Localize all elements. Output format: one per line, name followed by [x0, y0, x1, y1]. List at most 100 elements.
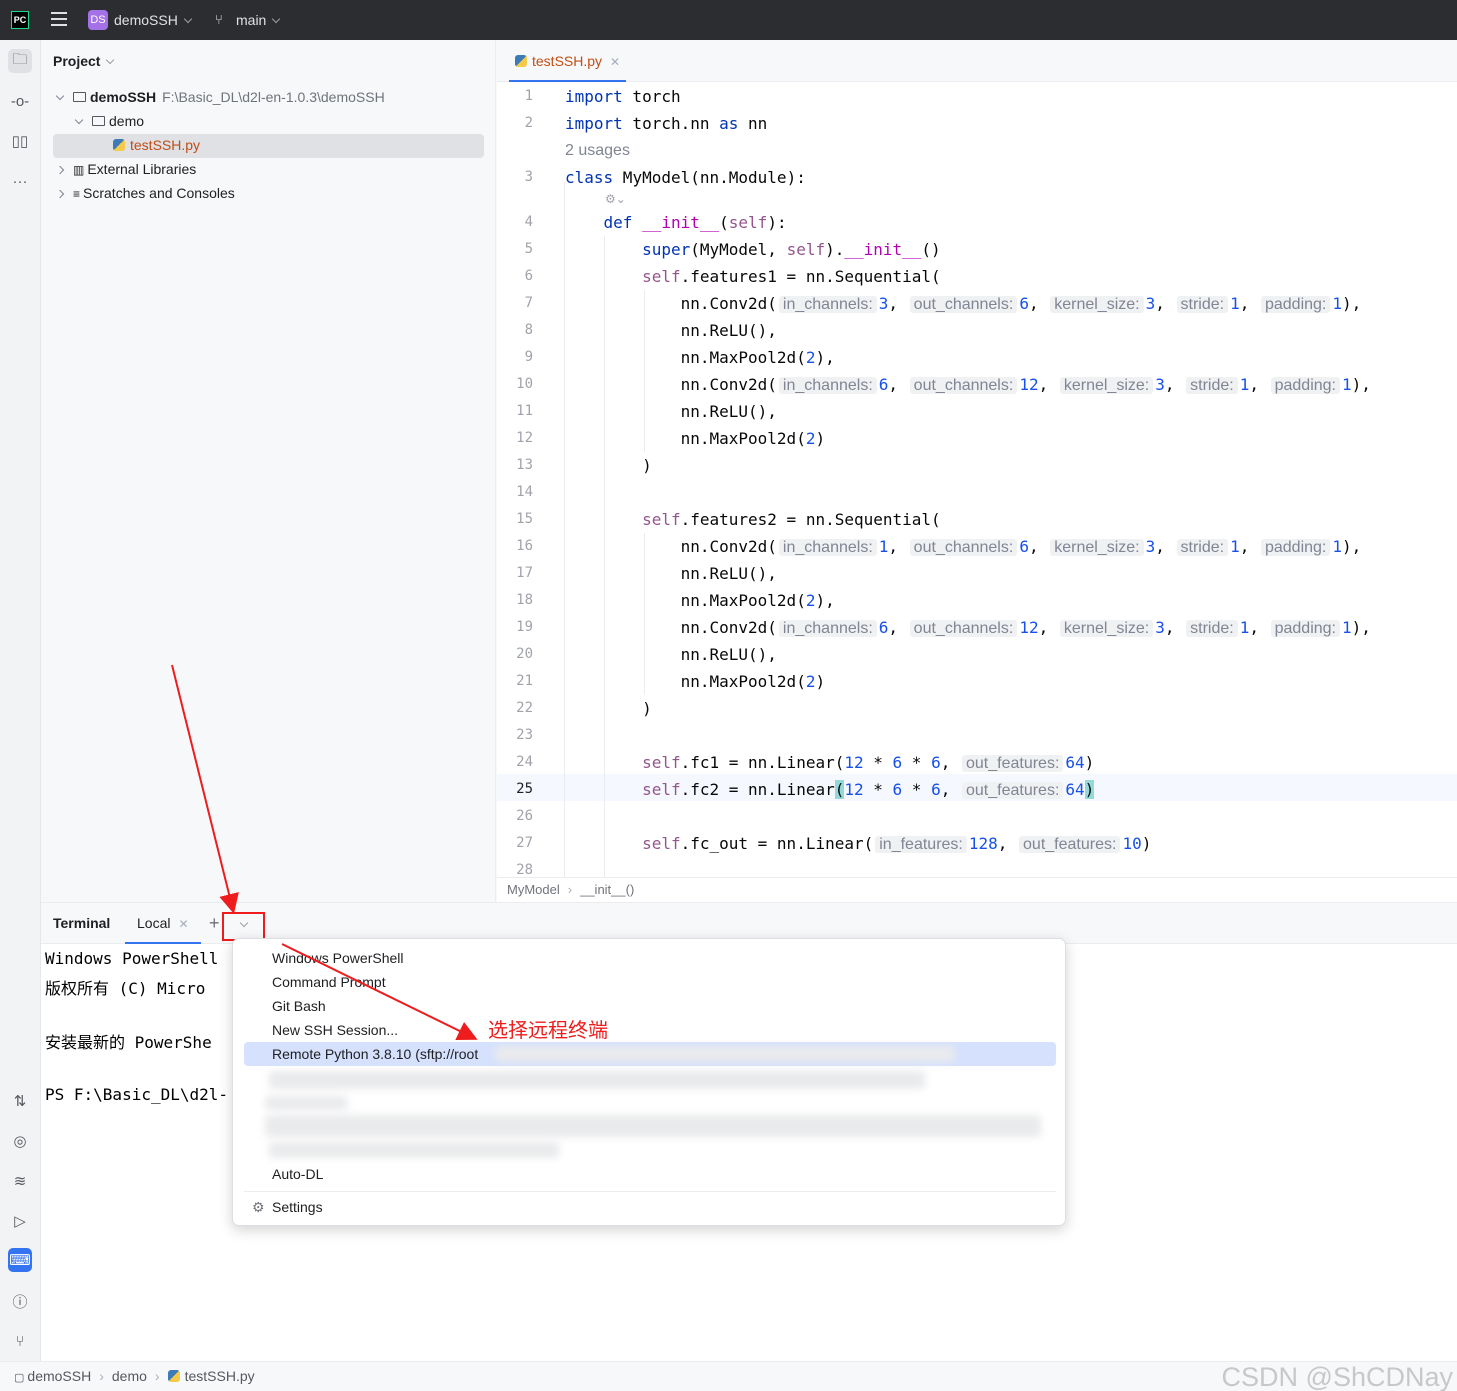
line-number: 20 — [516, 646, 533, 662]
code-line: ) — [565, 456, 652, 475]
tool-window-strip: 🗀 -o- ▯▯ ··· ⇅ ◎ ≋ ▷ ⌨ ⓘ ⑂ — [0, 40, 41, 1361]
line-number: 5 — [524, 241, 533, 257]
line-number: 8 — [524, 322, 533, 338]
expand-icon[interactable] — [55, 189, 65, 199]
editor-breadcrumb: MyModel › __init__() — [497, 877, 1457, 902]
code-line: self.fc1 = nn.Linear(12 * 6 * 6, out_fea… — [642, 753, 1095, 772]
terminal-output-line: 安装最新的 PowerShe — [45, 1033, 212, 1052]
breadcrumb-class[interactable]: MyModel — [507, 882, 560, 897]
code-line: import torch.nn as nn — [565, 114, 768, 133]
line-number: 15 — [516, 511, 533, 527]
project-switcher[interactable]: demoSSH — [114, 12, 193, 28]
project-folder-icon[interactable]: 🗀 — [8, 49, 32, 73]
commit-icon[interactable]: -o- — [8, 89, 32, 113]
redacted-text — [495, 1046, 955, 1062]
code-line: nn.MaxPool2d(2) — [565, 429, 826, 448]
menu-item-auto-dl[interactable]: Auto-DL — [244, 1162, 1056, 1186]
close-icon[interactable]: ✕ — [610, 55, 620, 69]
chevron-down-icon — [272, 14, 281, 24]
line-number: 23 — [516, 727, 533, 743]
python-console-icon[interactable]: ◎ — [8, 1129, 32, 1153]
line-number: 4 — [524, 214, 533, 230]
root-path: F:\Basic_DL\d2l-en-1.0.3\demoSSH — [162, 89, 385, 105]
usages-hint[interactable]: 2 usages — [565, 137, 630, 164]
crumb-file[interactable]: testSSH.py — [185, 1368, 255, 1384]
more-icon[interactable]: ··· — [8, 169, 32, 193]
redacted-menu-item[interactable] — [265, 1115, 1041, 1137]
menu-separator — [244, 1191, 1056, 1192]
expand-icon[interactable] — [55, 91, 65, 101]
sync-icon[interactable]: ⇅ — [8, 1089, 32, 1113]
layers-icon[interactable]: ≋ — [8, 1169, 32, 1193]
line-number: 22 — [516, 700, 533, 716]
code-line: ) — [565, 699, 652, 718]
python-file-icon — [515, 55, 527, 67]
code-line: self.fc_out = nn.Linear(in_features: 128,… — [642, 834, 1152, 853]
code-line: nn.Conv2d(in_channels: 6, out_channels: 12… — [565, 618, 1371, 637]
tree-root[interactable]: demoSSH F:\Basic_DL\d2l-en-1.0.3\demoSSH — [55, 86, 385, 108]
menu-item-new-ssh-session[interactable]: New SSH Session... — [244, 1018, 1056, 1042]
terminal-type-dropdown: Windows PowerShell Command Prompt Git Ba… — [232, 938, 1066, 1226]
redacted-menu-item[interactable] — [269, 1071, 925, 1089]
tab-testssh[interactable]: testSSH.py ✕ — [509, 40, 627, 82]
line-number: 12 — [516, 430, 533, 446]
line-number: 21 — [516, 673, 533, 689]
watermark: CSDN @ShCDNay — [1221, 1362, 1453, 1391]
code-line: nn.MaxPool2d(2), — [565, 591, 835, 610]
tree-folder-demo[interactable]: demo — [74, 110, 144, 132]
git-icon[interactable]: ⑂ — [8, 1329, 32, 1353]
menu-item-command-prompt[interactable]: Command Prompt — [244, 970, 1056, 994]
python-file-icon — [167, 1370, 180, 1382]
menu-item-windows-powershell[interactable]: Windows PowerShell — [244, 946, 1056, 970]
crumb-project[interactable]: demoSSH — [27, 1368, 91, 1384]
line-number: 27 — [516, 835, 533, 851]
menu-item-git-bash[interactable]: Git Bash — [244, 994, 1056, 1018]
breadcrumb-method[interactable]: __init__() — [580, 882, 634, 897]
terminal-icon[interactable]: ⌨ — [8, 1248, 32, 1272]
tree-external-libraries[interactable]: ▥ External Libraries — [55, 158, 196, 180]
branch-switcher[interactable]: main — [236, 12, 281, 28]
run-icon[interactable]: ▷ — [8, 1209, 32, 1233]
scratches-icon: ≡ — [73, 187, 81, 201]
project-panel: Project demoSSH F:\Basic_DL\d2l-en-1.0.3\… — [41, 40, 496, 902]
tree-file-testssh[interactable]: testSSH.py — [113, 134, 200, 156]
code-editor[interactable]: 1 2 3 4 5 6 7 8 9 10 11 12 13 14 15 16 1… — [497, 82, 1457, 877]
line-number: 17 — [516, 565, 533, 581]
project-badge[interactable]: DS — [88, 10, 108, 30]
crumb-folder[interactable]: demo — [112, 1368, 147, 1384]
code-line: nn.MaxPool2d(2) — [565, 672, 826, 691]
scratches-label: Scratches and Consoles — [83, 185, 235, 201]
gear-icon: ⚙ — [252, 1199, 265, 1215]
code-line: nn.Conv2d(in_channels: 3, out_channels: 6,… — [565, 294, 1362, 313]
main-menu-icon[interactable] — [51, 12, 67, 26]
line-number: 11 — [516, 403, 533, 419]
structure-icon[interactable]: ▯▯ — [8, 129, 32, 153]
redacted-menu-item[interactable] — [265, 1096, 347, 1110]
menu-item-settings[interactable]: ⚙ Settings — [244, 1195, 1056, 1219]
status-breadcrumb: ▢ demoSSH › demo › testSSH.py — [14, 1368, 255, 1384]
problems-icon[interactable]: ⓘ — [8, 1289, 32, 1313]
line-number: 9 — [524, 349, 533, 365]
title-bar: PC DS demoSSH ⑂ main — [0, 0, 1457, 40]
expand-icon[interactable] — [55, 165, 65, 175]
code-line: nn.Conv2d(in_channels: 6, out_channels: 12… — [565, 375, 1371, 394]
line-number: 1 — [524, 88, 533, 104]
close-icon[interactable]: ✕ — [178, 917, 188, 931]
root-name: demoSSH — [90, 89, 157, 105]
new-terminal-plus-icon[interactable]: + — [209, 913, 220, 934]
terminal-output-line: 版权所有 (C) Micro — [45, 979, 206, 998]
project-panel-title: Project — [53, 53, 101, 69]
code-line-current: self.fc2 = nn.Linear(12 * 6 * 6, out_fea… — [642, 780, 1095, 799]
expand-icon[interactable] — [74, 115, 84, 125]
terminal-prompt-line: PS F:\Basic_DL\d2l- — [45, 1085, 229, 1104]
override-gutter-icon[interactable]: ⚙⌄ — [605, 192, 626, 206]
redacted-menu-item[interactable] — [269, 1142, 559, 1158]
line-number: 18 — [516, 592, 533, 608]
python-file-icon — [113, 139, 125, 151]
tree-scratches[interactable]: ≡ Scratches and Consoles — [55, 182, 235, 204]
tab-local[interactable]: Local ✕ — [125, 903, 201, 944]
code-line: nn.ReLU(), — [565, 645, 777, 664]
tab-local-label: Local — [137, 915, 171, 931]
module-icon: ▢ — [14, 1372, 25, 1384]
project-panel-header[interactable]: Project — [53, 53, 115, 69]
